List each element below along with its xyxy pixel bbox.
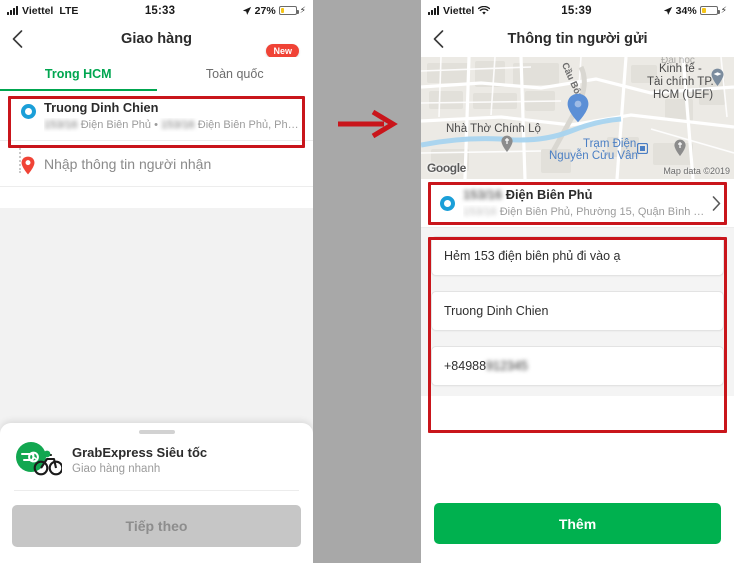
pickup-icon-wrapper [12, 100, 44, 119]
note-value: Hẻm 153 điện biên phủ đi vào ạ [444, 249, 621, 263]
battery-percent-label: 34% [675, 4, 697, 17]
tab-toan-quoc[interactable]: Toàn quốc [157, 57, 314, 91]
carrier-label: Viettel [22, 4, 54, 17]
pickup-name: Truong Dinh Chien [44, 100, 159, 115]
note-input[interactable]: Hẻm 153 điện biên phủ đi vào ạ [431, 236, 724, 276]
add-button[interactable]: Thêm [434, 503, 721, 544]
map-view[interactable]: Cầu Bông Đại học Kinh tế - Tài chính TP.… [421, 57, 734, 179]
chevron-right-icon [712, 195, 720, 211]
right-phone-screen: Viettel 15:39 34% ⚡ Thông tin người gửi [421, 0, 734, 563]
status-bar-left: Viettel LTE 15:33 27% ⚡ [0, 0, 313, 21]
chevron-right-button[interactable] [708, 195, 724, 211]
battery-icon [699, 6, 720, 15]
pickup-street-2: Điện Biên Phủ, Phường 1... [197, 119, 301, 131]
transition-arrow [336, 107, 404, 146]
page-title: Giao hàng [121, 31, 192, 47]
service-text: GrabExpress Siêu tốc Giao hàng nhanh [72, 444, 207, 477]
phone-value-blurred: 912345 [486, 359, 528, 373]
name-value: Truong Dinh Chien [444, 304, 549, 318]
signal-bars-icon [428, 6, 439, 15]
pickup-address-text: Truong Dinh Chien 153/16 Điện Biên Phủ •… [44, 100, 301, 132]
left-phone-screen: Viettel LTE 15:33 27% ⚡ Giao hàng New Tr… [0, 0, 313, 563]
pickup-street-1: Điện Biên Phủ [80, 119, 152, 131]
pickup-address-line: 153/16 Điện Biên Phủ • 153/16 Điện Biên … [44, 118, 301, 132]
signal-bars-icon [7, 6, 18, 15]
drag-handle[interactable] [138, 430, 175, 434]
status-bar-clock: 15:33 [144, 4, 176, 17]
next-button[interactable]: Tiếp theo [12, 505, 301, 547]
sender-address-row[interactable]: 153/16 Điện Biên Phủ 153/16 Điện Biên Ph… [421, 179, 734, 227]
status-bar-right-group: 27% ⚡ [242, 5, 306, 17]
status-bar-clock: 15:39 [561, 4, 592, 17]
back-chevron-icon [433, 30, 443, 48]
tab-bar: Trong HCM Toàn quốc [0, 57, 313, 91]
sender-address-sub: 153/16 Điện Biên Phủ, Phường 15, Quận Bì… [463, 205, 708, 219]
network-type-label: LTE [59, 4, 79, 17]
wifi-icon [478, 5, 491, 15]
sender-street: Điện Biên Phủ [505, 187, 593, 202]
pickup-house-number-blurred: 153/16 [44, 119, 78, 131]
map-pin-icon [21, 156, 35, 175]
address-icon-wrapper [431, 195, 463, 211]
phone-value: +84988 [444, 359, 487, 373]
sender-form: Hẻm 153 điện biên phủ đi vào ạ Truong Di… [421, 228, 734, 396]
back-button[interactable] [0, 30, 34, 48]
phone-input[interactable]: +84988 912345 [431, 346, 724, 386]
service-subtitle: Giao hàng nhanh [72, 462, 161, 475]
address-separator: • [154, 119, 158, 131]
google-logo: Google [427, 161, 466, 175]
status-bar-right: Viettel 15:39 34% ⚡ [421, 0, 734, 21]
receiver-info-row[interactable]: Nhập thông tin người nhận [0, 141, 313, 186]
back-button[interactable] [421, 30, 455, 48]
pickup-address-row[interactable]: Truong Dinh Chien 153/16 Điện Biên Phủ •… [0, 91, 313, 140]
sender-sub-number-blurred: 153/16 [463, 206, 497, 218]
grab-express-bike-icon [14, 442, 64, 478]
tab-trong-hcm[interactable]: Trong HCM [0, 57, 157, 91]
lightning-bolt-icon: ⚡ [299, 5, 306, 15]
receiver-placeholder-label: Nhập thông tin người nhận [44, 155, 212, 172]
pickup-house-number-blurred-2: 153/16 [161, 119, 195, 131]
carrier-label: Viettel [443, 4, 475, 17]
new-badge: New [266, 44, 299, 58]
service-row[interactable]: GrabExpress Siêu tốc Giao hàng nhanh [0, 437, 313, 490]
pickup-dot-icon [20, 104, 36, 119]
page-title: Thông tin người gửi [507, 31, 648, 47]
right-arrow-icon [338, 109, 398, 139]
status-bar-left-group-2: Viettel [428, 4, 491, 17]
receiver-icon-wrapper [12, 152, 44, 175]
sheet-divider [14, 490, 299, 491]
sender-sub-text: Điện Biên Phủ, Phường 15, Quận Bình Thạn… [499, 206, 708, 218]
route-dotted-connector [19, 145, 21, 173]
pickup-dot-icon [439, 195, 455, 211]
battery-percent-label: 27% [254, 4, 276, 17]
bottom-sheet: GrabExpress Siêu tốc Giao hàng nhanh Tiế… [0, 423, 313, 563]
nav-bar-right: Thông tin người gửi [421, 21, 734, 57]
address-list: Truong Dinh Chien 153/16 Điện Biên Phủ •… [0, 91, 313, 187]
back-chevron-icon [12, 30, 22, 48]
battery-icon [278, 6, 299, 15]
map-attribution: Map data ©2019 [663, 166, 730, 176]
lightning-bolt-icon: ⚡ [720, 5, 727, 15]
service-title: GrabExpress Siêu tốc [72, 444, 208, 460]
location-arrow-icon [663, 6, 672, 15]
location-arrow-icon [242, 6, 251, 15]
name-input[interactable]: Truong Dinh Chien [431, 291, 724, 331]
sender-street-line: 153/16 Điện Biên Phủ [463, 187, 708, 203]
sender-house-number-blurred: 153/16 [463, 187, 503, 202]
sender-address-text: 153/16 Điện Biên Phủ 153/16 Điện Biên Ph… [463, 187, 708, 219]
list-divider-2 [0, 186, 313, 187]
status-bar-left-group: Viettel LTE [7, 5, 78, 17]
status-bar-right-group-2: 34% ⚡ [663, 5, 727, 17]
